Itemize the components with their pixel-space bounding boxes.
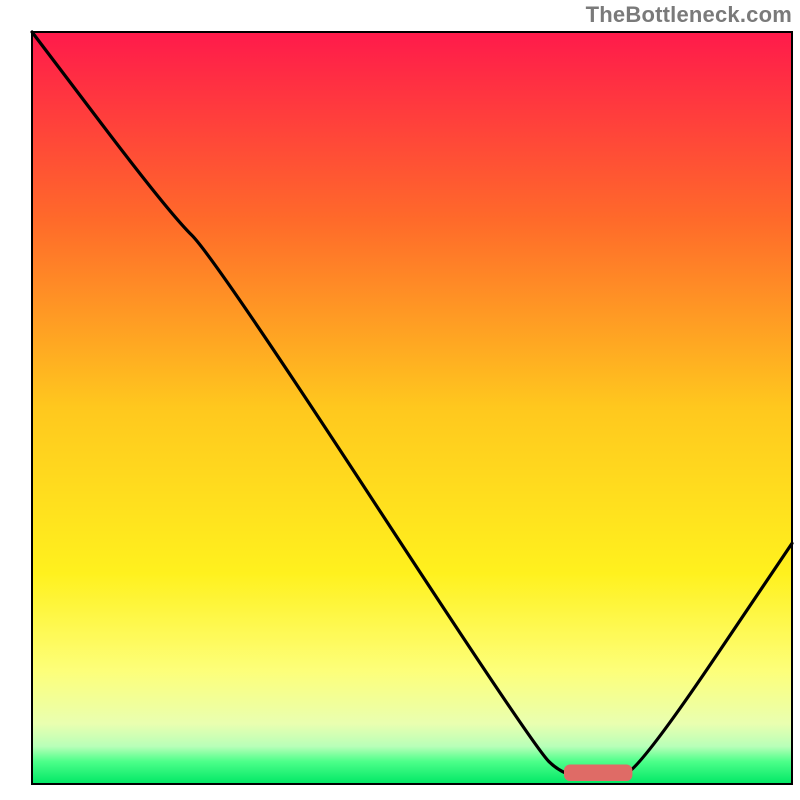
bottleneck-plot <box>0 0 800 800</box>
plot-background <box>32 32 792 784</box>
chart-frame: TheBottleneck.com <box>0 0 800 800</box>
optimal-marker <box>564 764 632 781</box>
